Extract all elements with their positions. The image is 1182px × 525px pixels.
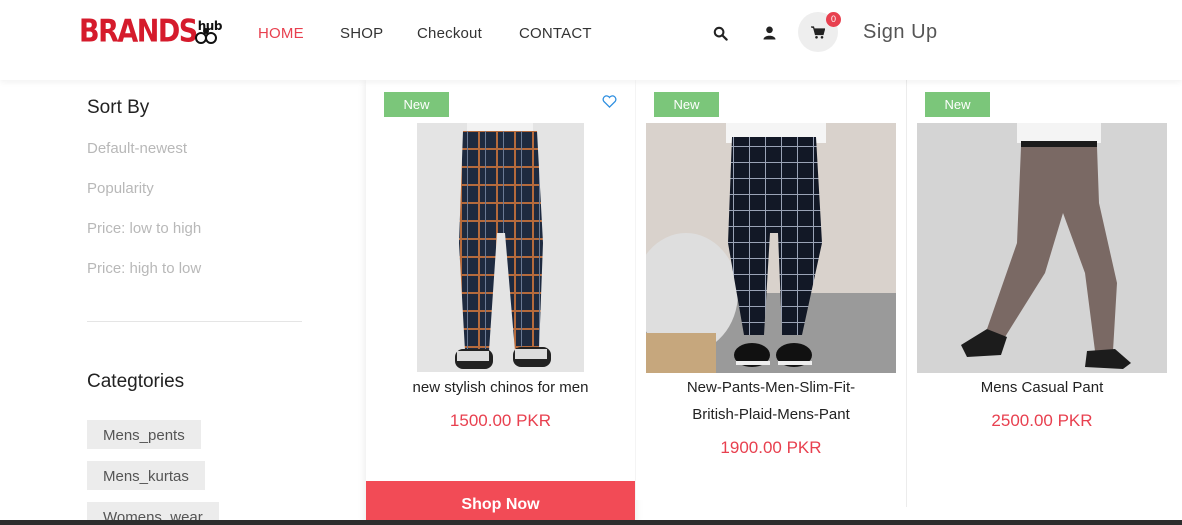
sort-option-popularity[interactable]: Popularity: [87, 180, 154, 197]
product-price: 1900.00 PKR: [720, 438, 822, 457]
cart-button[interactable]: 0: [798, 12, 841, 52]
nav-home[interactable]: HOME: [258, 25, 304, 42]
nav-checkout[interactable]: Checkout: [417, 25, 482, 42]
category-mens-kurtas[interactable]: Mens_kurtas: [87, 461, 205, 490]
product-name[interactable]: new stylish chinos for men: [366, 374, 635, 401]
product-image[interactable]: [646, 123, 896, 373]
product-price: 1500.00 PKR: [449, 411, 552, 430]
logo-brands-text: BRANDS: [79, 14, 198, 50]
new-badge: New: [925, 92, 990, 117]
new-badge: New: [654, 92, 719, 117]
product-name[interactable]: New-Pants-Men-Slim-Fit-: [636, 374, 906, 401]
product-card[interactable]: New Mens Casual Pant 2500.00 PKR: [907, 80, 1177, 500]
sidebar-divider: [87, 321, 302, 322]
sort-option-price-low-high[interactable]: Price: low to high: [87, 220, 201, 237]
signup-link[interactable]: Sign Up: [863, 21, 938, 44]
cart-icon: [811, 25, 825, 39]
shop-now-button[interactable]: Shop Now: [366, 481, 635, 525]
user-icon[interactable]: [760, 24, 778, 42]
sort-by-title: Sort By: [87, 97, 150, 118]
nav-shop[interactable]: SHOP: [340, 25, 383, 42]
product-price: 2500.00 PKR: [991, 411, 1093, 430]
new-badge: New: [384, 92, 449, 117]
bottom-scrollbar: [0, 520, 1182, 525]
product-name-line2[interactable]: British-Plaid-Mens-Pant: [636, 401, 906, 428]
sort-option-newest[interactable]: Default-newest: [87, 140, 187, 157]
heart-icon[interactable]: [602, 95, 617, 108]
logo-rings-icon: [195, 28, 217, 44]
product-image[interactable]: [417, 123, 584, 372]
product-image[interactable]: [917, 123, 1167, 373]
product-card[interactable]: New new stylish chinos for men 1500.00 P…: [366, 80, 635, 525]
search-icon[interactable]: [711, 24, 729, 42]
nav-contact[interactable]: CONTACT: [519, 25, 592, 42]
categories-title: Categtories: [87, 371, 185, 392]
product-name[interactable]: Mens Casual Pant: [907, 374, 1177, 401]
sort-option-price-high-low[interactable]: Price: high to low: [87, 260, 201, 277]
cart-count-badge: 0: [826, 12, 841, 27]
category-mens-pents[interactable]: Mens_pents: [87, 420, 201, 449]
header: BRANDS hub HOME SHOP Checkout CONTACT 0 …: [0, 0, 1182, 80]
product-card[interactable]: New New-Pants-Men-Slim-Fit- British-Plai…: [636, 80, 906, 500]
